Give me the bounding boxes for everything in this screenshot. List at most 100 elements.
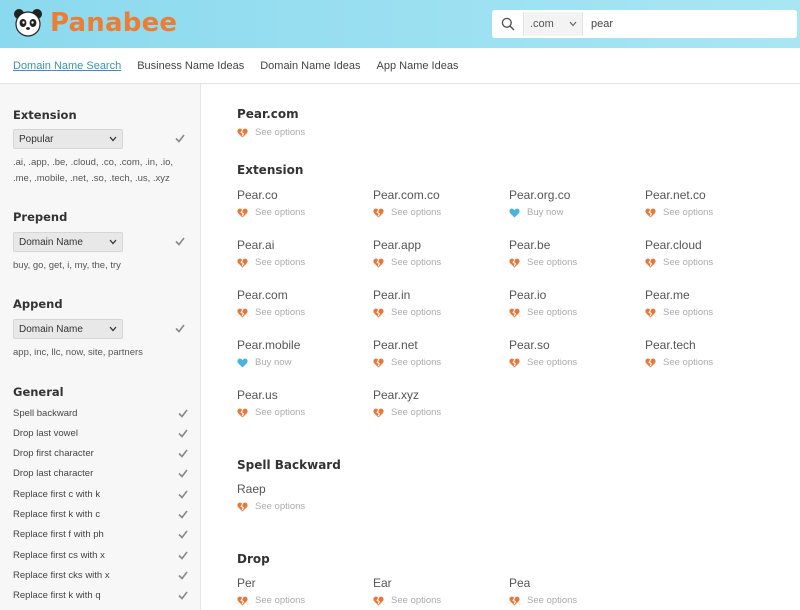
domain-name-link[interactable]: Pear.mobile bbox=[237, 338, 367, 354]
top-nav: Domain Name Search Business Name Ideas D… bbox=[0, 48, 800, 84]
general-option[interactable]: Drop last character bbox=[13, 467, 188, 481]
see-options-link[interactable]: See options bbox=[373, 407, 503, 418]
action-label: See options bbox=[255, 207, 306, 218]
action-label: See options bbox=[391, 357, 442, 368]
see-options-link[interactable]: See options bbox=[237, 207, 367, 218]
see-options-link[interactable]: See options bbox=[237, 307, 367, 318]
extension-select[interactable]: Popular bbox=[13, 129, 123, 149]
see-options-link[interactable]: See options bbox=[373, 207, 503, 218]
check-icon[interactable] bbox=[178, 429, 188, 438]
check-icon[interactable] bbox=[175, 237, 185, 246]
domain-name-link[interactable]: Pear.me bbox=[645, 288, 775, 304]
domain-name-link[interactable]: Pear.tech bbox=[645, 338, 775, 354]
domain-result-ear: Ear See options bbox=[373, 576, 503, 606]
general-option[interactable]: Replace first k with q bbox=[13, 589, 188, 603]
domain-name-link[interactable]: Per bbox=[237, 576, 367, 592]
see-options-link[interactable]: See options bbox=[373, 307, 503, 318]
domain-name-link[interactable]: Pear.com.co bbox=[373, 188, 503, 204]
domain-name-link[interactable]: Pear.ai bbox=[237, 238, 367, 254]
check-icon[interactable] bbox=[178, 530, 188, 540]
see-options-link[interactable]: See options bbox=[509, 257, 639, 268]
check-icon[interactable] bbox=[178, 490, 188, 499]
broken-heart-icon bbox=[373, 596, 384, 605]
general-option[interactable]: Drop last vowel bbox=[13, 426, 188, 440]
domain-name-link[interactable]: Pear.cloud bbox=[645, 238, 775, 254]
nav-business-name-ideas[interactable]: Business Name Ideas bbox=[137, 60, 244, 72]
check-icon[interactable] bbox=[178, 449, 188, 458]
general-option[interactable]: Replace first k with c bbox=[13, 508, 188, 522]
see-options-link[interactable]: See options bbox=[645, 207, 775, 218]
see-options-link[interactable]: See options bbox=[237, 501, 367, 512]
see-options-link[interactable]: See options bbox=[509, 307, 639, 318]
see-options-link[interactable]: See options bbox=[237, 257, 367, 268]
nav-app-name-ideas[interactable]: App Name Ideas bbox=[377, 60, 459, 72]
domain-name-link[interactable]: Pear.co bbox=[237, 188, 367, 204]
chevron-down-icon bbox=[109, 326, 117, 332]
domain-name-link[interactable]: Pear.be bbox=[509, 238, 639, 254]
domain-result-pear-io: Pear.io See options bbox=[509, 288, 639, 318]
append-heading: Append bbox=[13, 297, 63, 311]
check-icon[interactable] bbox=[178, 551, 188, 560]
general-option[interactable]: Replace first cs with x bbox=[13, 548, 188, 562]
see-options-link[interactable]: See options bbox=[509, 357, 639, 368]
broken-heart-icon bbox=[237, 308, 248, 317]
general-option[interactable]: Replace first f with ph bbox=[13, 528, 188, 542]
check-icon[interactable] bbox=[175, 134, 185, 143]
domain-result-pear-so: Pear.so See options bbox=[509, 338, 639, 368]
see-options-link[interactable]: See options bbox=[645, 257, 775, 268]
see-options-link[interactable]: See options bbox=[237, 407, 367, 418]
top-result-heading[interactable]: Pear.com bbox=[237, 107, 299, 121]
buy-now-link[interactable]: Buy now bbox=[237, 357, 367, 368]
domain-name-link[interactable]: Pear.in bbox=[373, 288, 503, 304]
action-label: See options bbox=[255, 127, 306, 138]
tld-select[interactable]: .com bbox=[523, 12, 583, 36]
domain-name-link[interactable]: Pear.net bbox=[373, 338, 503, 354]
header: Panabee .com bbox=[0, 0, 800, 48]
domain-name-link[interactable]: Pear.io bbox=[509, 288, 639, 304]
domain-name-link[interactable]: Pear.so bbox=[509, 338, 639, 354]
append-description: app, inc, llc, now, site, partners bbox=[13, 347, 143, 358]
see-options-link[interactable]: See options bbox=[509, 595, 639, 606]
domain-result-pear-net: Pear.net See options bbox=[373, 338, 503, 368]
general-option[interactable]: Replace first c with k bbox=[13, 487, 188, 501]
search-button[interactable] bbox=[492, 10, 523, 38]
domain-name-link[interactable]: Pear.us bbox=[237, 388, 367, 404]
domain-name-link[interactable]: Ear bbox=[373, 576, 503, 592]
domain-name-link[interactable]: Pear.org.co bbox=[509, 188, 639, 204]
domain-name-link[interactable]: Pear.net.co bbox=[645, 188, 775, 204]
search-input[interactable] bbox=[583, 12, 797, 36]
general-option[interactable]: Drop first character bbox=[13, 447, 188, 461]
check-icon[interactable] bbox=[175, 324, 185, 333]
check-icon[interactable] bbox=[178, 469, 188, 479]
see-options-link[interactable]: See options bbox=[237, 595, 367, 606]
see-options-link[interactable]: See options bbox=[373, 357, 503, 368]
general-option[interactable]: Replace first cks with x bbox=[13, 568, 188, 582]
nav-domain-name-search[interactable]: Domain Name Search bbox=[13, 60, 121, 72]
check-icon[interactable] bbox=[178, 571, 188, 580]
domain-name-link[interactable]: Pear.app bbox=[373, 238, 503, 254]
prepend-select[interactable]: Domain Name bbox=[13, 232, 123, 252]
domain-name-link[interactable]: Raep bbox=[237, 482, 367, 498]
domain-name-link[interactable]: Pear.xyz bbox=[373, 388, 503, 404]
domain-result-pear-app: Pear.app See options bbox=[373, 238, 503, 268]
append-select[interactable]: Domain Name bbox=[13, 319, 123, 339]
nav-domain-name-ideas[interactable]: Domain Name Ideas bbox=[260, 60, 360, 72]
domain-result-pear-tech: Pear.tech See options bbox=[645, 338, 775, 368]
general-option[interactable]: Spell backward bbox=[13, 406, 188, 420]
results-panel: Pear.com Extension Spell Backward Drop S… bbox=[202, 84, 800, 610]
domain-name-link[interactable]: Pear.com bbox=[237, 288, 367, 304]
logo[interactable]: Panabee bbox=[13, 8, 177, 38]
check-icon[interactable] bbox=[178, 591, 188, 600]
see-options-link[interactable]: See options bbox=[645, 357, 775, 368]
see-options-link[interactable]: See options bbox=[645, 307, 775, 318]
see-options-link[interactable]: See options bbox=[237, 127, 367, 138]
action-label: See options bbox=[391, 307, 442, 318]
check-icon[interactable] bbox=[178, 510, 188, 519]
check-icon[interactable] bbox=[178, 409, 188, 418]
see-options-link[interactable]: See options bbox=[373, 595, 503, 606]
domain-name-link[interactable]: Pea bbox=[509, 576, 639, 592]
buy-now-link[interactable]: Buy now bbox=[509, 207, 639, 218]
broken-heart-icon bbox=[237, 258, 248, 267]
see-options-link[interactable]: See options bbox=[373, 257, 503, 268]
broken-heart-icon bbox=[373, 258, 384, 267]
